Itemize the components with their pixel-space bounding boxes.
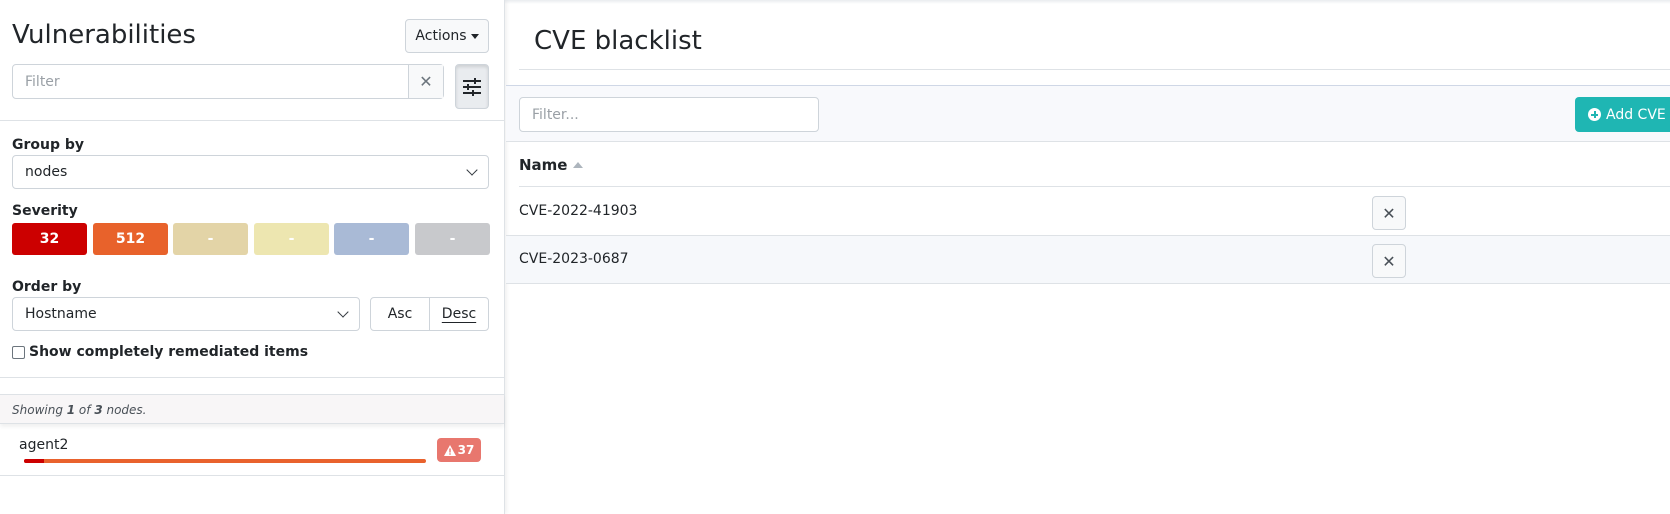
- group-by-value: nodes: [25, 164, 68, 180]
- summary-shown: 1: [66, 403, 76, 417]
- divider: [519, 69, 1670, 70]
- remediated-toggle: Show completely remediated items: [12, 344, 308, 360]
- severity-medium-count: -: [207, 231, 214, 247]
- cve-blacklist-title: CVE blacklist: [534, 26, 702, 56]
- severity-low-button[interactable]: -: [254, 223, 329, 255]
- filter-input[interactable]: [13, 65, 408, 98]
- filter-group: ✕: [12, 64, 444, 99]
- table-row: CVE-2022-41903 ✕: [506, 188, 1670, 236]
- order-by-value: Hostname: [25, 306, 97, 322]
- divider: [0, 120, 504, 121]
- cve-name: CVE-2023-0687: [519, 251, 629, 267]
- chevron-down-icon: [337, 306, 349, 318]
- filter-settings-button[interactable]: [455, 64, 489, 109]
- order-by-label: Order by: [12, 279, 82, 295]
- clear-filter-button[interactable]: ✕: [408, 65, 443, 98]
- remove-cve-button[interactable]: ✕: [1372, 196, 1406, 230]
- severity-progress-bar: [24, 459, 426, 463]
- vulnerabilities-panel: Vulnerabilities Actions ✕ Group by nodes…: [0, 0, 505, 514]
- severity-medium-button[interactable]: -: [173, 223, 248, 255]
- close-icon: ✕: [419, 72, 433, 91]
- group-by-select[interactable]: nodes: [12, 155, 489, 189]
- summary-prefix: Showing: [12, 403, 67, 417]
- name-column-header[interactable]: Name: [519, 143, 1670, 187]
- node-name: agent2: [19, 437, 69, 453]
- severity-critical-count: 32: [39, 231, 60, 247]
- summary-of: of: [75, 403, 95, 417]
- vulnerability-count-badge: 37: [437, 438, 481, 462]
- severity-negligible-count: -: [368, 231, 375, 247]
- column-label: Name: [519, 155, 568, 174]
- results-summary: Showing 1 of 3 nodes.: [0, 394, 504, 424]
- actions-label: Actions: [415, 28, 467, 44]
- severity-unknown-count: -: [449, 231, 456, 247]
- vulnerability-count: 37: [457, 443, 475, 457]
- order-by-select[interactable]: Hostname: [12, 297, 360, 331]
- close-icon: ✕: [1382, 251, 1396, 271]
- critical-fill: [24, 459, 45, 463]
- chevron-down-icon: [466, 164, 478, 176]
- sliders-icon: [463, 77, 481, 96]
- severity-negligible-button[interactable]: -: [334, 223, 409, 255]
- severity-label: Severity: [12, 203, 78, 219]
- severity-unknown-button[interactable]: -: [415, 223, 490, 255]
- add-cve-label: Add CVE: [1606, 106, 1666, 123]
- caret-down-icon: [470, 33, 479, 39]
- table-row: CVE-2023-0687 ✕: [506, 236, 1670, 284]
- summary-total: 3: [94, 403, 103, 417]
- cve-name: CVE-2022-41903: [519, 203, 638, 219]
- divider: [0, 377, 504, 378]
- severity-high-count: 512: [115, 231, 146, 247]
- sort-asc-icon: [573, 161, 584, 168]
- group-by-label: Group by: [12, 137, 85, 153]
- actions-button[interactable]: Actions: [405, 19, 489, 53]
- severity-low-count: -: [288, 231, 295, 247]
- severity-high-button[interactable]: 512: [93, 223, 168, 255]
- add-cve-button[interactable]: Add CVE: [1575, 97, 1670, 132]
- list-item[interactable]: agent2 37: [0, 428, 504, 476]
- table-toolbar: Add CVE: [506, 85, 1670, 142]
- warning-icon: [443, 444, 456, 456]
- close-icon: ✕: [1382, 203, 1396, 223]
- plus-circle-icon: [1588, 108, 1601, 121]
- cve-filter-input[interactable]: [519, 97, 819, 132]
- remediated-label: Show completely remediated items: [29, 344, 309, 360]
- severity-critical-button[interactable]: 32: [12, 223, 87, 255]
- page-title: Vulnerabilities: [12, 20, 196, 50]
- remediated-checkbox[interactable]: [12, 345, 25, 359]
- summary-suffix: nodes.: [102, 403, 147, 417]
- sort-desc-button[interactable]: Desc: [430, 298, 488, 330]
- sort-direction-group: Asc Desc: [370, 297, 489, 331]
- remove-cve-button[interactable]: ✕: [1372, 244, 1406, 278]
- sort-asc-button[interactable]: Asc: [371, 298, 430, 330]
